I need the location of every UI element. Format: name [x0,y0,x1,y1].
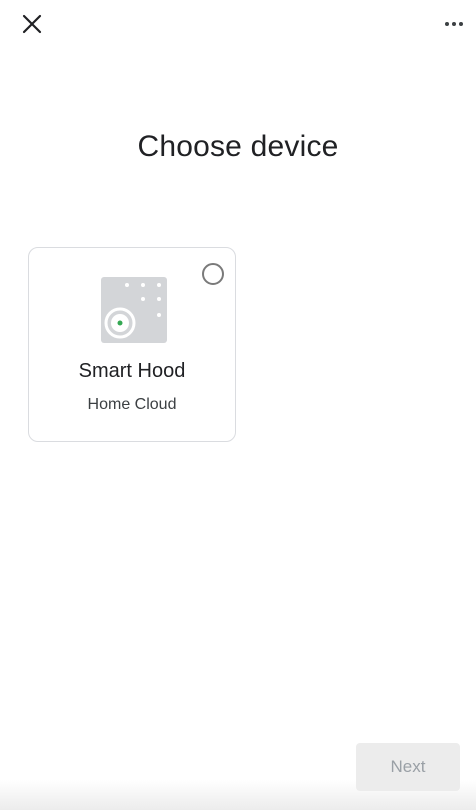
device-card-smart-hood[interactable]: Smart Hood Home Cloud [28,247,236,442]
device-vendor: Home Cloud [87,396,177,413]
smart-hood-icon [101,277,167,343]
close-icon [22,14,42,34]
close-button[interactable] [14,6,50,42]
page-title: Choose device [137,130,339,163]
device-radio-button[interactable] [202,263,224,285]
more-options-button[interactable] [436,6,472,42]
top-app-bar [0,0,476,48]
more-horizontal-icon [445,22,463,26]
next-button[interactable]: Next [356,743,460,791]
device-name: Smart Hood [78,360,186,382]
